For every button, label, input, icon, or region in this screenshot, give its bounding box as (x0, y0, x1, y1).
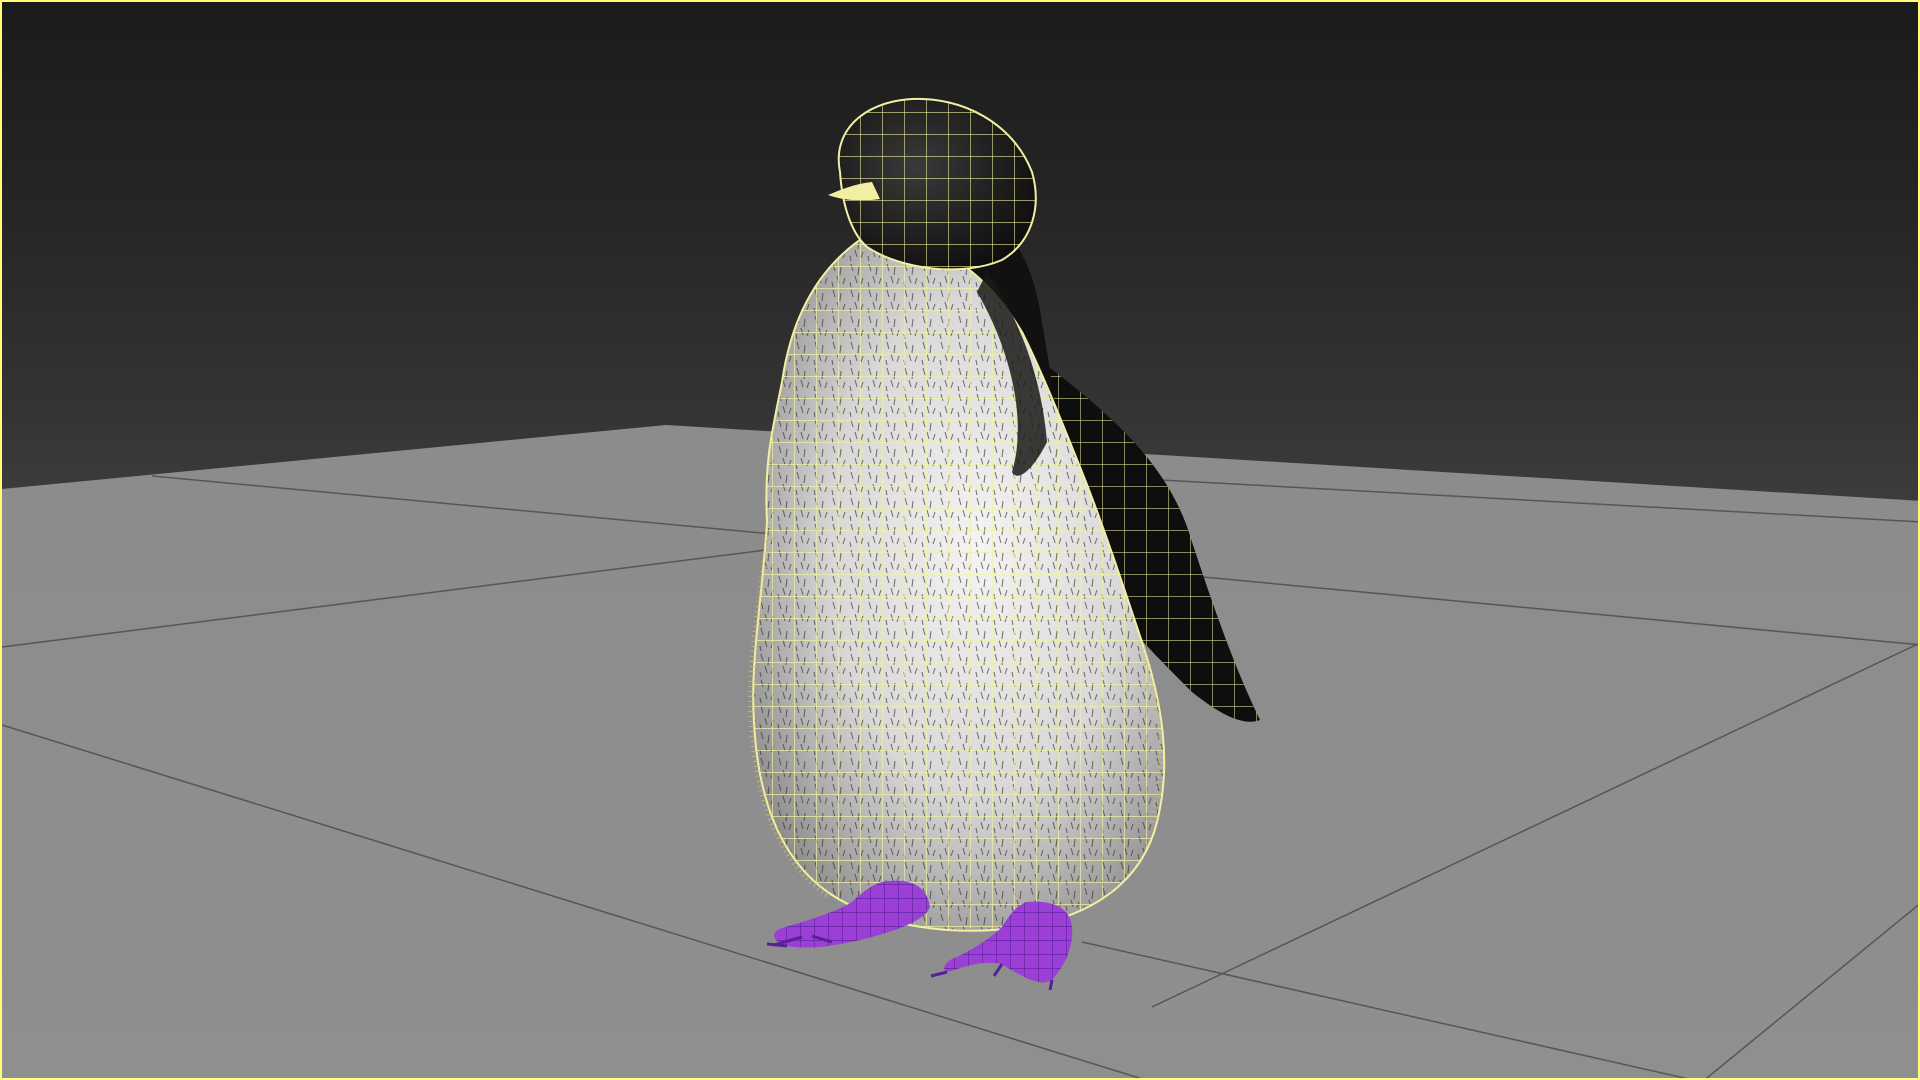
perspective-viewport[interactable] (0, 0, 1920, 1080)
viewport-scene[interactable] (2, 2, 1920, 1080)
